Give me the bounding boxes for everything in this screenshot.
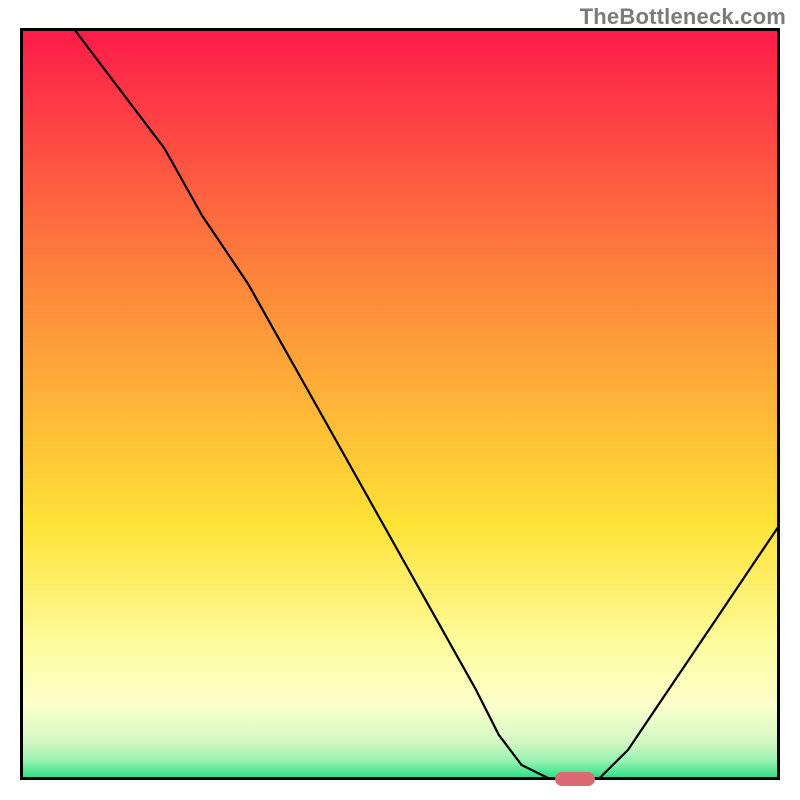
plot-background bbox=[20, 28, 780, 780]
bottleneck-chart bbox=[20, 28, 780, 780]
plot-frame bbox=[20, 28, 780, 780]
watermark-label: TheBottleneck.com bbox=[580, 4, 786, 30]
optimal-marker bbox=[555, 772, 595, 786]
chart-container: TheBottleneck.com bbox=[0, 0, 800, 800]
